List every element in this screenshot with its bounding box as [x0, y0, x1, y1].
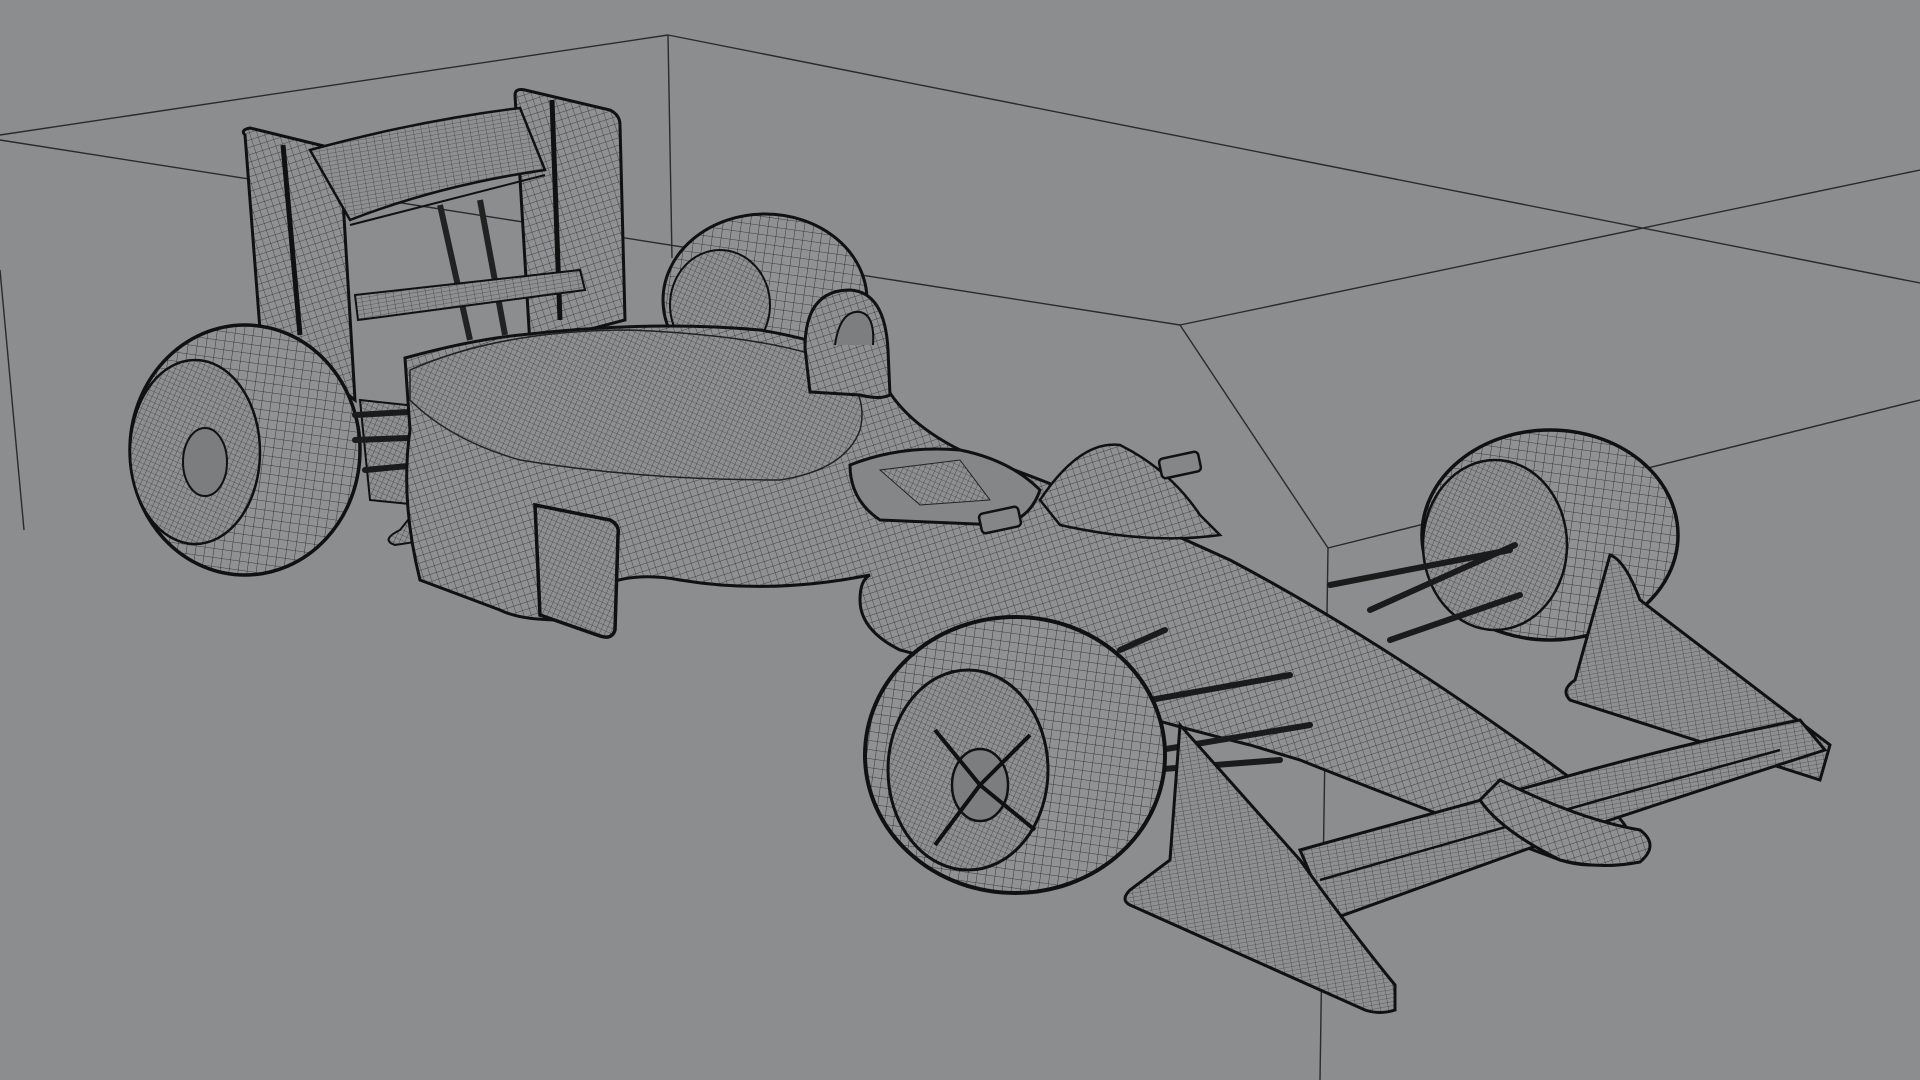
front-left-tire[interactable]	[863, 615, 1167, 895]
mirror-right[interactable]	[1157, 450, 1203, 480]
roll-hoop[interactable]	[803, 288, 892, 399]
rear-left-tire[interactable]	[128, 323, 362, 577]
viewport-scene[interactable]	[0, 0, 1920, 1080]
3d-viewport[interactable]	[0, 0, 1920, 1080]
sidepod-panel	[533, 502, 621, 639]
